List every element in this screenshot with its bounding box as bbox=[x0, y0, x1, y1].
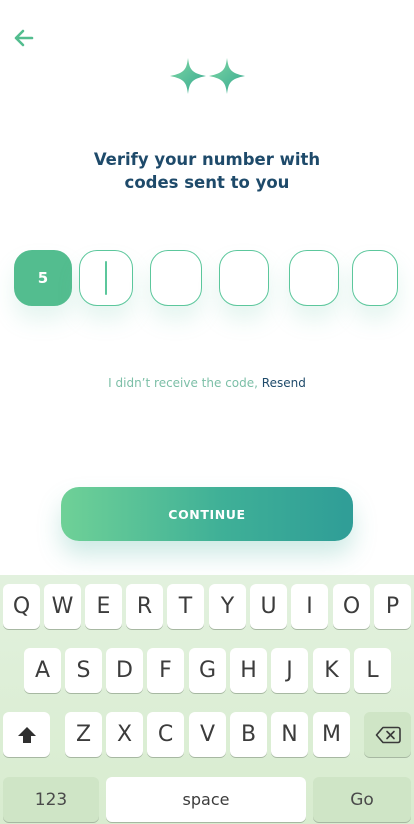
on-screen-keyboard: Q W E R T Y U I O P A S D F G H J K L Z … bbox=[0, 575, 414, 824]
sparkle-stars-icon bbox=[170, 58, 245, 94]
numbers-key[interactable]: 123 bbox=[3, 777, 99, 822]
otp-digit-5[interactable] bbox=[289, 250, 339, 306]
key-g[interactable]: G bbox=[189, 648, 226, 693]
back-button[interactable] bbox=[12, 27, 38, 49]
key-n[interactable]: N bbox=[271, 712, 308, 757]
key-f[interactable]: F bbox=[147, 648, 184, 693]
key-d[interactable]: D bbox=[106, 648, 143, 693]
backspace-icon bbox=[375, 726, 401, 743]
arrow-left-icon bbox=[14, 29, 34, 47]
key-a[interactable]: A bbox=[24, 648, 61, 693]
space-key[interactable]: space bbox=[106, 777, 306, 822]
continue-button[interactable]: CONTINUE bbox=[61, 487, 353, 541]
title-line-2: codes sent to you bbox=[124, 173, 290, 192]
key-t[interactable]: T bbox=[167, 584, 204, 629]
key-b[interactable]: B bbox=[230, 712, 267, 757]
key-e[interactable]: E bbox=[85, 584, 122, 629]
key-y[interactable]: Y bbox=[209, 584, 246, 629]
otp-digit-4[interactable] bbox=[219, 250, 269, 306]
key-j[interactable]: J bbox=[271, 648, 308, 693]
otp-digit-6[interactable] bbox=[352, 250, 398, 306]
text-caret bbox=[105, 261, 107, 295]
key-i[interactable]: I bbox=[291, 584, 328, 629]
key-q[interactable]: Q bbox=[3, 584, 40, 629]
otp-digit-2[interactable] bbox=[79, 250, 133, 306]
key-w[interactable]: W bbox=[44, 584, 81, 629]
title-line-1: Verify your number with bbox=[93, 150, 321, 169]
key-x[interactable]: X bbox=[106, 712, 143, 757]
key-h[interactable]: H bbox=[230, 648, 267, 693]
key-u[interactable]: U bbox=[250, 584, 287, 629]
key-s[interactable]: S bbox=[65, 648, 102, 693]
key-r[interactable]: R bbox=[126, 584, 163, 629]
backspace-key[interactable] bbox=[364, 712, 411, 757]
resend-link[interactable]: Resend bbox=[262, 376, 306, 390]
resend-row: I didn’t receive the code, Resend bbox=[0, 376, 414, 390]
key-p[interactable]: P bbox=[374, 584, 411, 629]
app-logo bbox=[169, 57, 247, 95]
resend-prompt: I didn’t receive the code, bbox=[108, 376, 258, 390]
otp-digit-3[interactable] bbox=[150, 250, 202, 306]
go-key[interactable]: Go bbox=[313, 777, 411, 822]
otp-digit-1[interactable]: 5 bbox=[14, 250, 72, 306]
key-o[interactable]: O bbox=[333, 584, 370, 629]
shift-arrow-icon bbox=[17, 726, 36, 743]
shift-key[interactable] bbox=[3, 712, 50, 757]
key-c[interactable]: C bbox=[147, 712, 184, 757]
page-title: Verify your number with codes sent to yo… bbox=[0, 148, 414, 194]
key-v[interactable]: V bbox=[189, 712, 226, 757]
key-l[interactable]: L bbox=[354, 648, 391, 693]
key-z[interactable]: Z bbox=[65, 712, 102, 757]
key-k[interactable]: K bbox=[313, 648, 350, 693]
otp-digit-1-value: 5 bbox=[37, 269, 49, 287]
key-m[interactable]: M bbox=[313, 712, 350, 757]
